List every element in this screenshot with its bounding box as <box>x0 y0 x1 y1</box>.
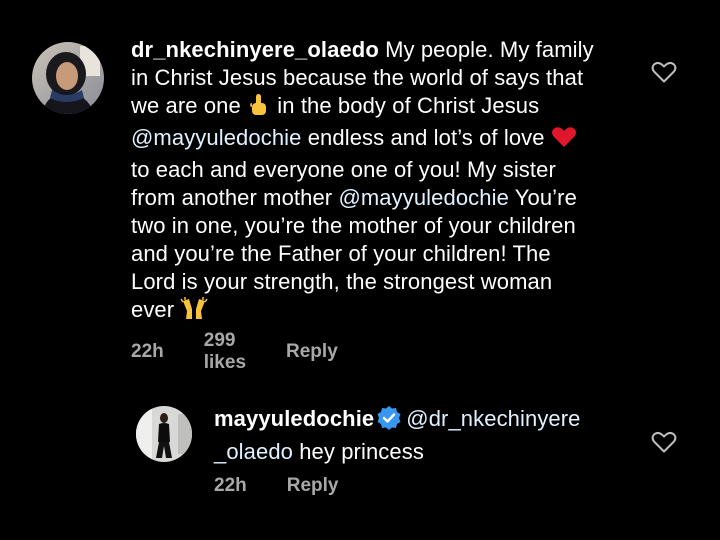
replier-avatar[interactable] <box>136 406 192 462</box>
heart-outline-icon[interactable] <box>651 430 677 454</box>
comment-line: from another mother <box>131 185 339 210</box>
comment-line: endless and lot’s of love <box>301 125 551 150</box>
reply-meta: 22h Reply <box>214 475 379 497</box>
comment-meta: 22h 299 likes Reply <box>131 330 378 374</box>
reply-button[interactable]: Reply <box>286 341 338 363</box>
comment-line: to each and everyone one of you! My sist… <box>131 157 556 182</box>
comment-line: in Christ Jesus because the world of say… <box>131 65 584 90</box>
index-pointing-up-emoji <box>247 93 271 124</box>
comment-line: My people. My family <box>378 37 594 62</box>
mention-link[interactable]: @mayyuledochie <box>338 185 508 210</box>
reply-button[interactable]: Reply <box>287 475 339 497</box>
comment-line: Lord is your strength, the strongest wom… <box>131 269 553 294</box>
reply-message: hey princess <box>293 439 424 464</box>
raising-hands-emoji <box>180 297 209 328</box>
reply-username[interactable]: mayyuledochie <box>214 406 374 431</box>
mention-link[interactable]: @mayyuledochie <box>131 125 301 150</box>
verified-badge-icon <box>376 405 402 438</box>
comment-line: two in one, you’re the mother of your ch… <box>131 213 576 238</box>
comment-line: in the body of Christ Jesus <box>271 93 540 118</box>
comment-line: You’re <box>508 185 577 210</box>
heart-outline-icon[interactable] <box>651 60 677 84</box>
mention-link[interactable]: @dr_nkechinyere <box>406 406 580 431</box>
comment-line: we are one <box>131 93 248 118</box>
reply-time: 22h <box>214 475 247 496</box>
red-heart-emoji <box>551 125 577 156</box>
comment-line: and you’re the Father of your children! … <box>131 241 551 266</box>
mention-link-continued[interactable]: _olaedo <box>214 439 293 464</box>
comment-username[interactable]: dr_nkechinyere_olaedo <box>131 37 379 62</box>
likes-count[interactable]: 299 likes <box>204 330 246 374</box>
comment-line: ever <box>131 297 181 322</box>
comment-time: 22h <box>131 341 164 362</box>
comment-text: dr_nkechinyere_olaedo My people. My fami… <box>131 36 631 328</box>
commenter-avatar[interactable] <box>32 42 104 114</box>
reply-text: mayyuledochie @dr_nkechinyere _olaedo hey… <box>214 405 634 466</box>
